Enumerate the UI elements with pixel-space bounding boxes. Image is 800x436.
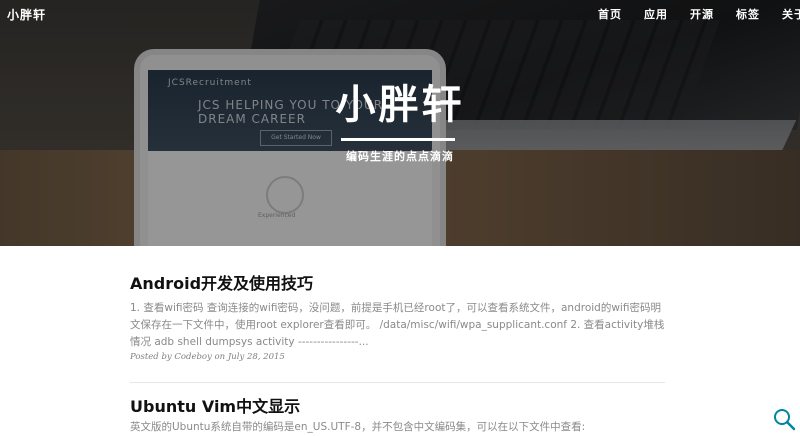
nav-item-opensource[interactable]: 开源 [690,6,714,22]
post-preview[interactable]: Android开发及使用技巧 1. 查看wifi密码 查询连接的wifi密码，没… [130,246,665,364]
post-preview[interactable]: Ubuntu Vim中文显示 英文版的Ubuntu系统自带的编码是en_US.U… [130,383,665,436]
nav-item-tags[interactable]: 标签 [736,6,760,22]
nav-item-apps[interactable]: 应用 [644,6,668,22]
post-title[interactable]: Ubuntu Vim中文显示 [130,397,665,417]
post-list: Android开发及使用技巧 1. 查看wifi密码 查询连接的wifi密码，没… [130,246,665,436]
nav-item-home[interactable]: 首页 [598,6,622,22]
post-excerpt[interactable]: 1. 查看wifi密码 查询连接的wifi密码，没问题，前提是手机已经root了… [130,300,665,351]
post-meta: Posted by Codeboy on July 28, 2015 [130,352,285,362]
site-brand-link[interactable]: 小胖轩 [7,6,46,23]
post-excerpt[interactable]: 英文版的Ubuntu系统自带的编码是en_US.UTF-8，并不包含中文编码集，… [130,419,665,436]
title-divider [341,138,455,141]
search-button[interactable] [772,407,796,431]
site-title: 小胖轩 [335,82,465,128]
site-subtitle: 编码生涯的点点滴滴 [346,150,454,163]
search-icon [774,409,796,431]
nav-item-about[interactable]: 关于 [782,6,800,22]
main-nav: 首页 应用 开源 标签 关于 [576,6,800,22]
post-title[interactable]: Android开发及使用技巧 [130,274,665,294]
